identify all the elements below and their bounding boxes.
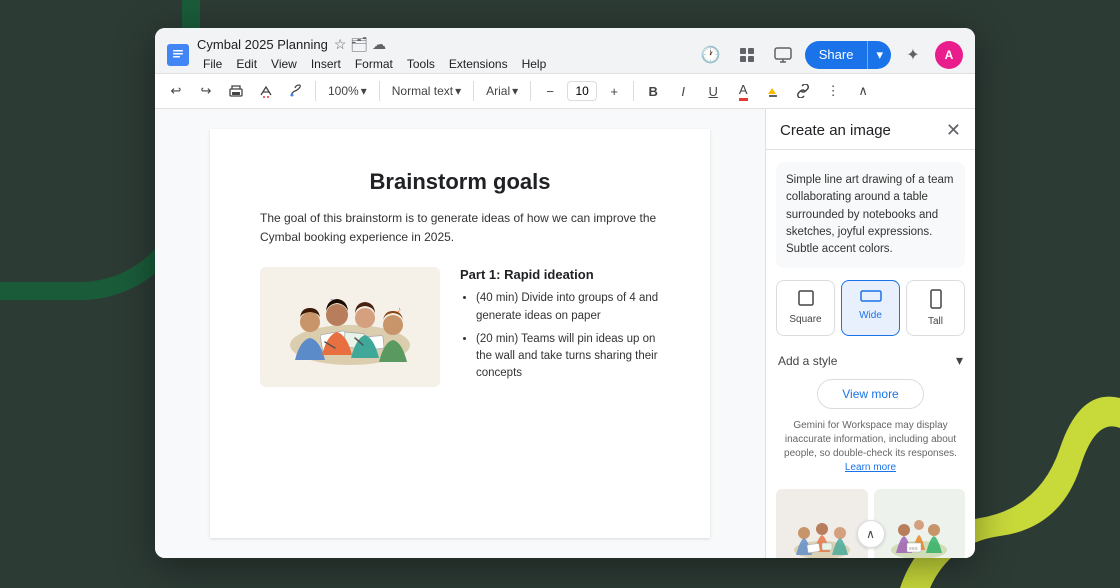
panel-header: Create an image ✕ — [766, 109, 975, 150]
menu-file[interactable]: File — [197, 55, 228, 73]
zoom-dropdown[interactable]: 100% ▾ — [322, 82, 373, 100]
grid-button[interactable] — [733, 41, 761, 69]
gemini-button[interactable]: ✦ — [899, 41, 927, 69]
document-body: The goal of this brainstorm is to genera… — [260, 209, 660, 247]
section-title: Part 1: Rapid ideation — [460, 267, 660, 282]
font-dropdown[interactable]: Arial ▾ — [480, 82, 524, 100]
font-size-value[interactable]: 10 — [567, 81, 597, 101]
view-more-button[interactable]: View more — [817, 379, 923, 409]
disclaimer: Gemini for Workspace may display inaccur… — [766, 419, 975, 483]
share-button-label: Share — [805, 41, 868, 68]
close-panel-button[interactable]: ✕ — [946, 121, 961, 139]
share-arrow: ▾ — [868, 41, 891, 69]
shape-wide[interactable]: Wide — [841, 280, 900, 336]
folder-icon[interactable]: 🗂 — [350, 36, 368, 53]
menu-edit[interactable]: Edit — [230, 55, 263, 73]
doc-title: Cymbal 2025 Planning ☆ 🗂 ☁ — [197, 36, 552, 53]
list-item: (20 min) Teams will pin ideas up on the … — [476, 331, 660, 383]
prompt-text: Simple line art drawing of a team collab… — [776, 162, 965, 268]
scroll-up-button[interactable]: ∧ — [857, 520, 885, 548]
highlight-button[interactable] — [760, 78, 786, 104]
link-button[interactable] — [790, 78, 816, 104]
toolbar-spellcheck[interactable] — [253, 78, 279, 104]
side-panel: Create an image ✕ Simple line art drawin… — [765, 109, 975, 558]
content-area: Brainstorm goals The goal of this brains… — [155, 109, 975, 558]
menu-insert[interactable]: Insert — [305, 55, 347, 73]
formatting-toolbar: ↩ ↪ 100% ▾ — [155, 74, 975, 109]
document-two-col: ♪ ~ Part 1: Rapid ideation (40 min) Divi… — [260, 267, 660, 388]
text-style-dropdown[interactable]: Normal text ▾ — [386, 82, 467, 100]
style-label: Add a style — [778, 354, 837, 368]
titlebar-left: Cymbal 2025 Planning ☆ 🗂 ☁ File Edit Vie… — [167, 36, 697, 73]
document-list: (40 min) Divide into groups of 4 and gen… — [460, 290, 660, 382]
sep2 — [379, 81, 380, 101]
titlebar: Cymbal 2025 Planning ☆ 🗂 ☁ File Edit Vie… — [155, 28, 975, 74]
font-arrow: ▾ — [512, 84, 518, 98]
title-section: Cymbal 2025 Planning ☆ 🗂 ☁ File Edit Vie… — [197, 36, 552, 73]
toolbar-redo[interactable]: ↪ — [193, 78, 219, 104]
user-avatar[interactable]: A — [935, 41, 963, 69]
sep3 — [473, 81, 474, 101]
svg-text:♪: ♪ — [397, 305, 401, 314]
document-right-col: Part 1: Rapid ideation (40 min) Divide i… — [460, 267, 660, 388]
zoom-arrow: ▾ — [361, 84, 367, 98]
tall-shape-icon — [930, 289, 942, 312]
toolbar-paint[interactable] — [283, 78, 309, 104]
document-heading: Brainstorm goals — [260, 169, 660, 195]
font-size-increase[interactable]: + — [601, 78, 627, 104]
underline-button[interactable]: U — [700, 78, 726, 104]
doc-icon — [167, 44, 189, 66]
style-arrow: ▾ — [956, 352, 963, 369]
menu-extensions[interactable]: Extensions — [443, 55, 514, 73]
text-color-button[interactable]: A — [730, 78, 756, 104]
wide-shape-icon — [860, 289, 882, 306]
cloud-icon[interactable]: ☁ — [372, 36, 386, 53]
learn-more-link[interactable]: Learn more — [845, 462, 896, 473]
shape-square[interactable]: Square — [776, 280, 835, 336]
shape-options: Square Wide Tall — [766, 280, 975, 336]
bold-button[interactable]: B — [640, 78, 666, 104]
monitor-button[interactable] — [769, 41, 797, 69]
text-style-arrow: ▾ — [455, 84, 461, 98]
menu-tools[interactable]: Tools — [401, 55, 441, 73]
menu-bar: File Edit View Insert Format Tools Exten… — [197, 55, 552, 73]
panel-title: Create an image — [780, 122, 891, 139]
scroll-up-area: ∧ — [766, 516, 975, 552]
share-button[interactable]: Share ▾ — [805, 41, 891, 69]
scroll-up-icon: ∧ — [866, 527, 875, 541]
sep1 — [315, 81, 316, 101]
main-window: Cymbal 2025 Planning ☆ 🗂 ☁ File Edit Vie… — [155, 28, 975, 558]
doc-title-icons: ☆ 🗂 ☁ — [334, 36, 386, 53]
svg-text:~: ~ — [330, 297, 334, 304]
sep5 — [633, 81, 634, 101]
menu-help[interactable]: Help — [516, 55, 553, 73]
square-shape-icon — [797, 289, 815, 310]
titlebar-right: 🕐 Share ▾ ✦ — [697, 41, 963, 69]
shape-tall[interactable]: Tall — [906, 280, 965, 336]
menu-format[interactable]: Format — [349, 55, 399, 73]
document-illustration: ♪ ~ — [260, 267, 440, 387]
document-area[interactable]: Brainstorm goals The goal of this brains… — [155, 109, 765, 558]
font-size-decrease[interactable]: − — [537, 78, 563, 104]
style-dropdown[interactable]: Add a style ▾ — [766, 346, 975, 379]
italic-button[interactable]: I — [670, 78, 696, 104]
more-options-button[interactable]: ⋮ — [820, 78, 846, 104]
toolbar-print[interactable] — [223, 78, 249, 104]
sep4 — [530, 81, 531, 101]
toolbar-expand[interactable]: ∧ — [850, 78, 876, 104]
toolbar-undo[interactable]: ↩ — [163, 78, 189, 104]
star-icon[interactable]: ☆ — [334, 36, 347, 53]
list-item: (40 min) Divide into groups of 4 and gen… — [476, 290, 660, 325]
history-button[interactable]: 🕐 — [697, 41, 725, 69]
menu-view[interactable]: View — [265, 55, 303, 73]
document-page: Brainstorm goals The goal of this brains… — [210, 129, 710, 538]
